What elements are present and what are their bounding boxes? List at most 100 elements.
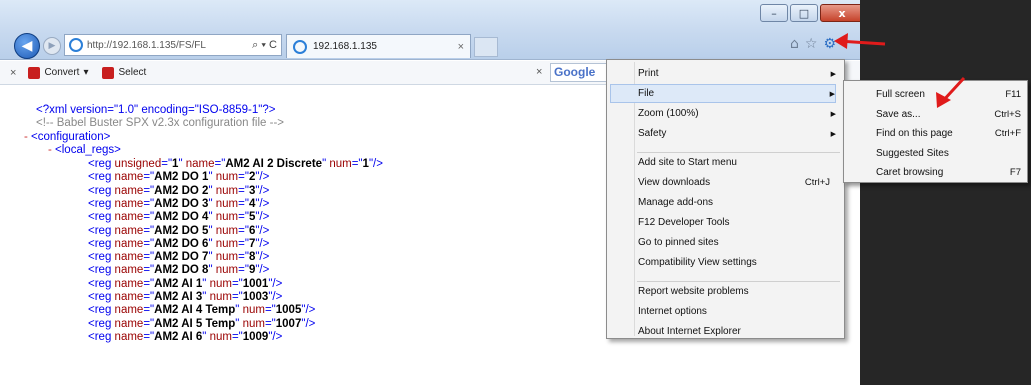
- collapse-toggle[interactable]: -: [24, 131, 31, 143]
- gear-icon[interactable]: ⚙: [823, 36, 836, 52]
- reg-element: <reg name="AM2 DO 2" num="3"/>: [88, 184, 270, 197]
- menu-item-compatibility-view-settings[interactable]: Compatibility View settings: [638, 253, 836, 272]
- window-controls: – □ x: [760, 4, 864, 22]
- xml-comment: <!-- Babel Buster SPX v2.3x configuratio…: [36, 117, 285, 129]
- file-submenu: Full screen F11 Save as... Ctrl+S Find on th…: [843, 80, 1028, 183]
- submenu-arrow-icon: ▶: [830, 109, 836, 118]
- select-label: Select: [118, 67, 147, 78]
- menu-item-zoom-100[interactable]: Zoom (100%) ▶: [638, 104, 836, 123]
- pdf-select-icon: [102, 66, 115, 79]
- menu-separator: [637, 281, 840, 282]
- tab-favicon-icon: [293, 39, 307, 54]
- collapse-toggle[interactable]: -: [48, 144, 55, 156]
- submenu-item-label: Find on this page: [876, 128, 953, 139]
- reg-element: <reg name="AM2 DO 7" num="8"/>: [88, 251, 270, 264]
- toolbar-icons: ⌂ ☆ ⚙: [790, 36, 836, 52]
- submenu-item-find-on-this-page[interactable]: Find on this page Ctrl+F: [876, 124, 1021, 143]
- tools-menu: Print ▶ File ▶ Zoom (100%) ▶ Safety ▶ Add site t…: [606, 59, 845, 339]
- submenu-item-shortcut: Ctrl+S: [994, 108, 1021, 120]
- title-bar: – □ x ◀ ▶ http://192.168.1.135/FS/FL ⌕ ▾…: [0, 0, 864, 60]
- forward-button[interactable]: ▶: [43, 37, 61, 55]
- address-actions-icons[interactable]: ⌕ ▾ C: [252, 39, 277, 52]
- convert-dropdown-icon[interactable]: ▾: [83, 67, 88, 78]
- maximize-button[interactable]: □: [790, 4, 818, 22]
- menu-item-report-website-problems[interactable]: Report website problems: [638, 282, 836, 301]
- convert-button[interactable]: Convert ▾: [28, 66, 88, 79]
- tab-title: 192.168.1.135: [313, 41, 377, 52]
- convert-label: Convert: [44, 67, 80, 78]
- menu-item-about-internet-explorer[interactable]: About Internet Explorer: [638, 322, 836, 341]
- menu-gutter: [634, 62, 635, 336]
- reg-element: <reg name="AM2 DO 4" num="5"/>: [88, 211, 270, 224]
- submenu-item-full-screen[interactable]: Full screen F11: [876, 85, 1021, 104]
- favorites-star-icon[interactable]: ☆: [805, 36, 818, 52]
- tab-close-icon[interactable]: ×: [458, 41, 464, 53]
- menu-item-label: F12 Developer Tools: [638, 217, 730, 228]
- reg-element: <reg name="AM2 AI 6" num="1009"/>: [88, 330, 283, 343]
- reg-element: <reg name="AM2 DO 5" num="6"/>: [88, 224, 270, 237]
- configuration-tag: <configuration>: [31, 131, 111, 143]
- menu-item-label: Internet options: [638, 306, 707, 317]
- menu-item-view-downloads[interactable]: View downloads Ctrl+J: [638, 173, 836, 192]
- google-bar-close-icon[interactable]: ×: [536, 66, 542, 78]
- submenu-item-label: Suggested Sites: [876, 147, 949, 159]
- address-bar[interactable]: http://192.168.1.135/FS/FL ⌕ ▾ C: [64, 34, 282, 56]
- menu-item-label: Print: [638, 68, 659, 79]
- submenu-item-shortcut: Ctrl+F: [994, 128, 1021, 139]
- menu-item-label: Zoom (100%): [638, 108, 699, 119]
- submenu-arrow-icon: ▶: [830, 69, 836, 78]
- menu-item-go-to-pinned-sites[interactable]: Go to pinned sites: [638, 233, 836, 252]
- command-bar-close-icon[interactable]: ×: [10, 67, 16, 79]
- home-icon[interactable]: ⌂: [790, 36, 799, 52]
- reg-element: <reg name="AM2 DO 1" num="2"/>: [88, 171, 270, 184]
- menu-separator: [637, 152, 840, 153]
- xml-declaration: <?xml version="1.0" encoding="ISO-8859-1…: [36, 104, 276, 116]
- submenu-item-caret-browsing[interactable]: Caret browsing F7: [876, 163, 1021, 182]
- submenu-arrow-icon: ▶: [829, 89, 835, 98]
- close-button[interactable]: x: [820, 4, 864, 22]
- reg-element: <reg name="AM2 AI 3" num="1003"/>: [88, 291, 283, 303]
- tab-active[interactable]: 192.168.1.135 ×: [286, 34, 471, 58]
- menu-item-shortcut: Ctrl+J: [804, 177, 830, 188]
- reg-element: <reg name="AM2 DO 3" num="4"/>: [88, 197, 270, 210]
- submenu-item-shortcut: F11: [1005, 89, 1021, 100]
- submenu-item-label: Save as...: [876, 108, 921, 120]
- menu-item-internet-options[interactable]: Internet options: [638, 302, 836, 321]
- reg-element: <reg unsigned="1" name="AM2 AI 2 Discret…: [88, 158, 383, 170]
- submenu-item-save-as[interactable]: Save as... Ctrl+S: [876, 105, 1021, 124]
- forward-arrow-icon: ▶: [48, 41, 56, 51]
- back-button[interactable]: ◀: [14, 33, 40, 59]
- pdf-convert-icon: [28, 66, 41, 79]
- menu-item-label: Report website problems: [638, 286, 749, 297]
- select-button[interactable]: Select: [102, 66, 147, 79]
- submenu-item-label: Caret browsing: [876, 167, 944, 178]
- menu-item-label: View downloads: [638, 177, 711, 188]
- local-regs-node: - <local_regs>: [48, 144, 121, 156]
- menu-item-f12-developer-tools[interactable]: F12 Developer Tools: [638, 213, 836, 232]
- menu-item-manage-add-ons[interactable]: Manage add-ons: [638, 193, 836, 212]
- menu-item-print[interactable]: Print ▶: [638, 64, 836, 83]
- reg-element: <reg name="AM2 AI 5 Temp" num="1007"/>: [88, 317, 316, 330]
- address-text[interactable]: http://192.168.1.135/FS/FL: [87, 40, 248, 51]
- menu-item-label: File: [638, 88, 655, 99]
- menu-item-label: Compatibility View settings: [638, 257, 757, 268]
- configuration-node: - <configuration>: [24, 131, 110, 143]
- browser-window: – □ x ◀ ▶ http://192.168.1.135/FS/FL ⌕ ▾…: [0, 0, 1031, 385]
- ie-page-icon: [69, 38, 83, 52]
- menu-item-add-site-to-start-menu[interactable]: Add site to Start menu: [638, 153, 836, 172]
- reg-element: <reg name="AM2 AI 1" num="1001"/>: [88, 277, 283, 290]
- reg-element: <reg name="AM2 AI 4 Temp" num="1005"/>: [88, 304, 316, 317]
- menu-item-label: Safety: [638, 128, 667, 139]
- menu-item-safety[interactable]: Safety ▶: [638, 124, 836, 143]
- local-regs-tag: <local_regs>: [55, 144, 121, 156]
- google-search-box[interactable]: Google: [550, 63, 610, 82]
- minimize-button[interactable]: –: [760, 4, 788, 22]
- new-tab-button[interactable]: [474, 37, 498, 57]
- reg-element: <reg name="AM2 DO 8" num="9"/>: [88, 264, 270, 277]
- menu-item-label: Manage add-ons: [638, 197, 714, 208]
- submenu-item-shortcut: F7: [1009, 167, 1021, 178]
- reg-element: <reg name="AM2 DO 6" num="7"/>: [88, 237, 270, 250]
- submenu-item-suggested-sites[interactable]: Suggested Sites: [876, 144, 1021, 163]
- menu-item-file[interactable]: File ▶: [610, 84, 836, 103]
- menu-item-label: About Internet Explorer: [638, 326, 741, 337]
